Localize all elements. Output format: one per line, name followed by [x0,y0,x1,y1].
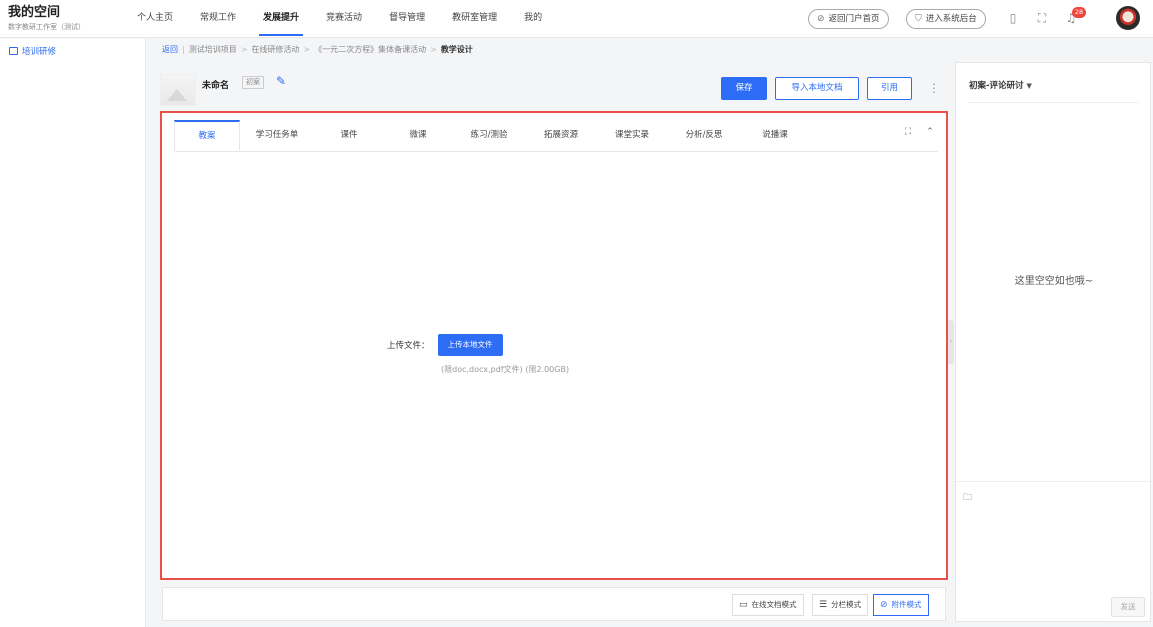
expand-icon[interactable]: ⛶ [902,126,914,138]
paperclip-icon: ⊘ [880,600,888,610]
nav-supervision[interactable]: 督导管理 [389,0,425,38]
mode-label: 附件模式 [891,600,922,609]
columns-icon: ☰ [819,600,828,610]
breadcrumb-item-activity[interactable]: 在线研修活动 [251,44,299,55]
return-icon: ⊘ [817,14,825,24]
edit-icon[interactable]: ✎ [276,74,290,88]
panel-divider [956,481,1152,482]
tab-analysis[interactable]: 分析/反思 [668,120,740,151]
sidebar-item-label: 培训研修 [22,47,57,57]
upload-local-file-button[interactable]: 上传本地文件 [437,334,503,356]
tab-exercise[interactable]: 练习/测验 [452,120,526,151]
shield-icon: ⛉ [915,14,922,24]
notification-badge: 28 [1072,7,1086,18]
mode-bar: ▭ 在线文档模式 ☰ 分栏模式 ⊘ 附件模式 [162,587,946,621]
sidebar-item-training[interactable]: 培训研修 [0,39,145,63]
chevron-up-icon[interactable]: ⌃ [924,126,936,138]
cite-button[interactable]: 引用 [867,77,912,100]
chevron-right-icon: > [430,45,437,54]
return-portal-button[interactable]: ⊘ 返回门户首页 [808,9,889,29]
training-icon [9,47,18,55]
caret-down-icon: ▼ [1026,82,1032,90]
breadcrumb-divider: | [182,45,185,54]
document-stage-tag: 初案 [242,76,264,89]
import-local-doc-button[interactable]: 导入本地文档 [775,77,859,100]
tab-lesson-plan[interactable]: 教案 [174,120,240,151]
comment-panel: 初案-评论研讨 ▼ 这里空空如也哦~ 🗀 发送 [955,62,1152,622]
tablet-icon[interactable]: ▯ [1005,10,1021,26]
document-name: 未命名 [202,81,230,91]
breadcrumb-back[interactable]: 返回 [162,44,178,55]
monitor-icon: ▭ [739,600,748,610]
nav-research-office[interactable]: 教研室管理 [452,0,497,38]
mode-label: 在线文档模式 [751,600,797,609]
collapse-handle[interactable]: › [948,320,954,364]
avatar[interactable] [1116,6,1140,30]
folder-icon[interactable]: 🗀 [963,493,975,503]
breadcrumb-item-project[interactable]: 测试培训项目 [189,44,237,55]
tab-courseware[interactable]: 课件 [314,120,384,151]
fullscreen-icon[interactable]: ⛶ [1034,10,1050,26]
brand-title: 我的空间 [8,5,61,20]
nav-routine-work[interactable]: 常规工作 [200,0,236,38]
more-options-icon[interactable]: ⋮ [928,80,940,96]
nav-development[interactable]: 发展提升 [259,0,304,38]
comment-panel-title[interactable]: 初案-评论研讨 ▼ [969,79,1032,91]
brand[interactable]: 我的空间 数字教研工作室（测试） [8,5,85,32]
enter-admin-button[interactable]: ⛉ 进入系统后台 [906,9,986,29]
chevron-right-icon: > [303,45,311,54]
brand-subtitle: 数字教研工作室（测试） [8,23,85,31]
tab-micro-lesson[interactable]: 微课 [384,120,452,151]
nav-mine[interactable]: 我的 [524,0,542,38]
nav-home[interactable]: 个人主页 [137,0,173,38]
split-mode-button[interactable]: ☰ 分栏模式 [812,594,869,616]
save-button[interactable]: 保存 [721,77,767,100]
document-thumbnail [160,74,196,106]
upload-hint: (限doc,docx,pdf文件) (限2.00GB) [441,365,570,374]
top-header: 我的空间 数字教研工作室（测试） 个人主页 常规工作 发展提升 竞赛活动 督导管… [0,0,1153,38]
upload-label: 上传文件： [387,341,430,351]
breadcrumb-current: 教学设计 [440,45,473,54]
tab-task-sheet[interactable]: 学习任务单 [240,120,314,151]
resource-tabs: 教案 学习任务单 课件 微课 练习/测验 拓展资源 课堂实录 分析/反思 说播课 [174,120,938,152]
return-portal-label: 返回门户首页 [828,14,880,24]
main-nav: 个人主页 常规工作 发展提升 竞赛活动 督导管理 教研室管理 我的 [137,0,569,38]
chevron-right-icon: > [240,45,248,54]
breadcrumb: 返回 | 测试培训项目 > 在线研修活动 > 《一元二次方程》集体备课活动 > … [162,44,473,55]
comment-panel-title-text: 初案-评论研讨 [969,81,1024,91]
upload-row: 上传文件： 上传本地文件 [387,334,503,356]
breadcrumb-item-lesson[interactable]: 《一元二次方程》集体备课活动 [314,44,426,55]
left-sidebar: 培训研修 [0,39,146,627]
mode-label: 分栏模式 [831,600,862,609]
empty-state-text: 这里空空如也哦~ [1014,276,1094,287]
tab-class-recording[interactable]: 课堂实录 [596,120,668,151]
tab-lesson-talk[interactable]: 说播课 [740,120,810,151]
send-button[interactable]: 发送 [1111,597,1145,617]
online-doc-mode-button[interactable]: ▭ 在线文档模式 [732,594,804,616]
editor-area: 教案 学习任务单 课件 微课 练习/测验 拓展资源 课堂实录 分析/反思 说播课… [160,111,948,580]
panel-divider [969,102,1139,103]
nav-competition[interactable]: 竞赛活动 [326,0,362,38]
attachment-mode-button[interactable]: ⊘ 附件模式 [873,594,929,616]
enter-admin-label: 进入系统后台 [925,14,977,24]
tab-extended-resources[interactable]: 拓展资源 [526,120,596,151]
